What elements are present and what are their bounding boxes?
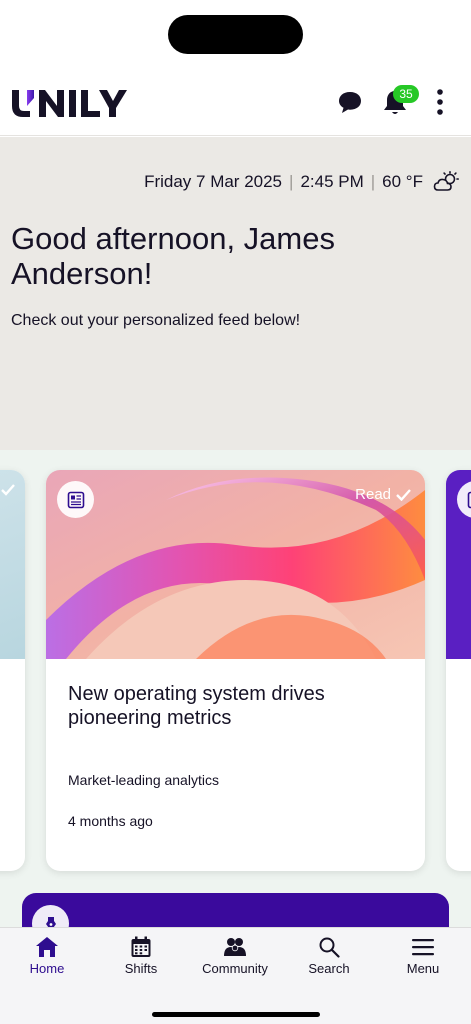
- partly-cloudy-icon: [433, 171, 459, 191]
- tab-label: Community: [202, 961, 268, 976]
- card-image: Read: [46, 470, 425, 659]
- bottom-tab-bar: Home Shifts Community Search Menu: [0, 927, 471, 1024]
- pen-icon: [32, 905, 69, 928]
- community-icon: [224, 938, 246, 956]
- card-timestamp: 4 months ago: [68, 813, 153, 829]
- tab-label: Menu: [406, 961, 440, 976]
- unily-logo[interactable]: [10, 86, 132, 118]
- feed-card-next[interactable]: [446, 470, 471, 871]
- more-options-icon[interactable]: [430, 88, 450, 116]
- read-status-label: Read: [355, 486, 391, 503]
- tab-menu[interactable]: Menu: [376, 936, 470, 976]
- tab-search[interactable]: Search: [282, 936, 376, 976]
- separator: |: [370, 172, 376, 191]
- home-icon: [36, 937, 58, 957]
- hero-section: Friday 7 Mar 2025 | 2:45 PM | 60 °F Good…: [0, 137, 471, 450]
- dynamic-island: [168, 15, 303, 54]
- feed-card-previous[interactable]: [0, 470, 25, 871]
- card-title[interactable]: New operating system drives pioneering m…: [68, 682, 408, 730]
- app-header: 35: [0, 72, 471, 136]
- notification-badge: 35: [393, 85, 419, 103]
- tab-home[interactable]: Home: [0, 936, 94, 976]
- tab-label: Search: [308, 961, 350, 976]
- card-image: [0, 470, 25, 659]
- temperature-text: 60 °F: [382, 172, 423, 191]
- tab-community[interactable]: Community: [188, 936, 282, 976]
- read-status: Read: [355, 486, 411, 503]
- time-text: 2:45 PM: [300, 172, 364, 191]
- article-icon: [57, 481, 94, 518]
- tab-label: Home: [29, 961, 65, 976]
- card-description: Market-leading analytics: [68, 772, 219, 788]
- date-text: Friday 7 Mar 2025: [144, 172, 283, 191]
- feed-card[interactable]: Read New operating system drives pioneer…: [46, 470, 425, 871]
- home-indicator[interactable]: [152, 1012, 320, 1017]
- date-time-weather: Friday 7 Mar 2025 | 2:45 PM | 60 °F: [144, 171, 459, 193]
- feed-carousel[interactable]: Read New operating system drives pioneer…: [0, 450, 471, 928]
- greeting-heading: Good afternoon, James Anderson!: [11, 221, 335, 291]
- chat-icon[interactable]: [336, 88, 364, 116]
- status-bar: [0, 0, 471, 72]
- menu-icon: [412, 939, 434, 956]
- search-icon: [319, 937, 340, 958]
- checkmark-icon: [396, 488, 411, 501]
- promo-card[interactable]: [22, 893, 449, 928]
- checkmark-icon: [1, 484, 15, 496]
- calendar-icon: [131, 936, 151, 957]
- tab-shifts[interactable]: Shifts: [94, 936, 188, 976]
- separator: |: [289, 172, 294, 191]
- tab-label: Shifts: [124, 961, 158, 976]
- greeting-subtitle: Check out your personalized feed below!: [11, 312, 301, 329]
